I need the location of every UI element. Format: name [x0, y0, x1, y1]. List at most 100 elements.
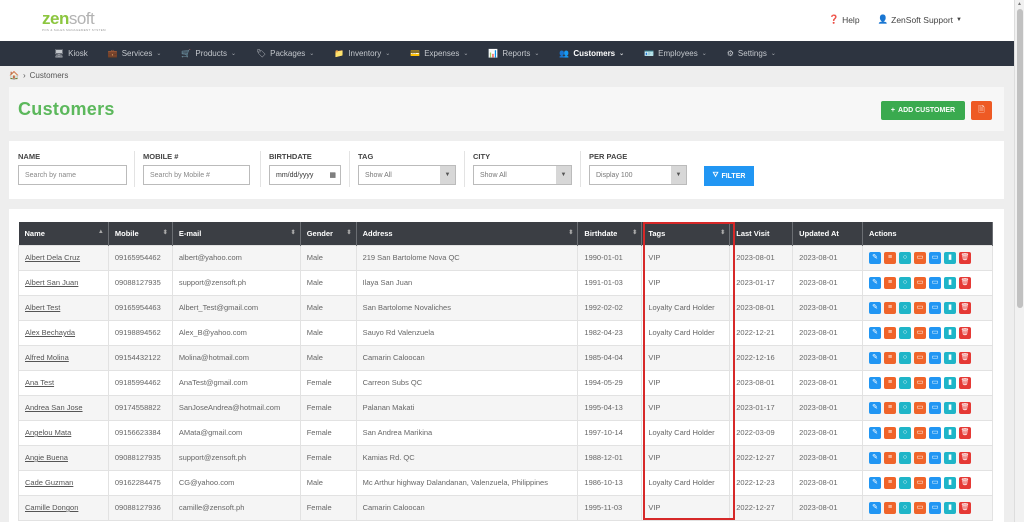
id-icon[interactable]: ▭	[929, 376, 942, 389]
help-link[interactable]: ❓ Help	[828, 14, 859, 25]
card-icon[interactable]: ▭	[914, 501, 927, 514]
card-icon[interactable]: ▭	[914, 376, 927, 389]
column-header-last-visit[interactable]: Last Visit	[729, 222, 794, 245]
circle-icon[interactable]: ○	[899, 376, 912, 389]
trash-icon[interactable]: 🗑	[959, 426, 972, 439]
edit-icon[interactable]: ✎	[869, 301, 882, 314]
nav-item-reports[interactable]: 📊 Reports ⌄	[478, 41, 549, 66]
card-icon[interactable]: ▭	[914, 426, 927, 439]
per-page-select[interactable]: Display 100 ▼	[589, 165, 687, 185]
tag-select[interactable]: Show All ▼	[358, 165, 456, 185]
trash-icon[interactable]: 🗑	[959, 301, 972, 314]
trash-icon[interactable]: 🗑	[959, 276, 972, 289]
chart-icon[interactable]: ▮	[944, 376, 957, 389]
customer-name-link[interactable]: Angie Buena	[18, 444, 109, 471]
name-search-input[interactable]: Search by name	[18, 165, 127, 185]
list-icon[interactable]: ≡	[884, 401, 897, 414]
user-menu[interactable]: 👤 ZenSoft Support ▼	[878, 14, 962, 25]
id-icon[interactable]: ▭	[929, 476, 942, 489]
nav-item-employees[interactable]: 🪪 Employees ⌄	[634, 41, 717, 66]
circle-icon[interactable]: ○	[899, 251, 912, 264]
card-icon[interactable]: ▭	[914, 351, 927, 364]
customer-name-link[interactable]: Ana Test	[18, 369, 109, 396]
list-icon[interactable]: ≡	[884, 326, 897, 339]
edit-icon[interactable]: ✎	[869, 351, 882, 364]
chart-icon[interactable]: ▮	[944, 276, 957, 289]
circle-icon[interactable]: ○	[899, 476, 912, 489]
list-icon[interactable]: ≡	[884, 376, 897, 389]
customer-name-link[interactable]: Camille Dongon	[18, 494, 109, 521]
trash-icon[interactable]: 🗑	[959, 251, 972, 264]
list-icon[interactable]: ≡	[884, 351, 897, 364]
column-header-address[interactable]: Address ⬍	[356, 222, 579, 245]
edit-icon[interactable]: ✎	[869, 501, 882, 514]
trash-icon[interactable]: 🗑	[959, 451, 972, 464]
circle-icon[interactable]: ○	[899, 426, 912, 439]
customer-name-link[interactable]: Alfred Molina	[18, 344, 109, 371]
card-icon[interactable]: ▭	[914, 326, 927, 339]
edit-icon[interactable]: ✎	[869, 401, 882, 414]
trash-icon[interactable]: 🗑	[959, 476, 972, 489]
nav-item-customers[interactable]: 👥 Customers ⌄	[549, 41, 634, 66]
edit-icon[interactable]: ✎	[869, 376, 882, 389]
chart-icon[interactable]: ▮	[944, 451, 957, 464]
customer-name-link[interactable]: Albert San Juan	[18, 269, 109, 296]
id-icon[interactable]: ▭	[929, 251, 942, 264]
id-icon[interactable]: ▭	[929, 326, 942, 339]
edit-icon[interactable]: ✎	[869, 426, 882, 439]
id-icon[interactable]: ▭	[929, 351, 942, 364]
id-icon[interactable]: ▭	[929, 426, 942, 439]
card-icon[interactable]: ▭	[914, 476, 927, 489]
nav-item-packages[interactable]: 🏷 Packages ⌄	[246, 41, 324, 66]
column-header-name[interactable]: Name ▲	[18, 222, 109, 245]
trash-icon[interactable]: 🗑	[959, 376, 972, 389]
edit-icon[interactable]: ✎	[869, 326, 882, 339]
nav-item-services[interactable]: 💼 Services ⌄	[98, 41, 172, 66]
card-icon[interactable]: ▭	[914, 401, 927, 414]
list-icon[interactable]: ≡	[884, 276, 897, 289]
circle-icon[interactable]: ○	[899, 401, 912, 414]
chart-icon[interactable]: ▮	[944, 401, 957, 414]
mobile-search-input[interactable]: Search by Mobile #	[143, 165, 250, 185]
column-header-e-mail[interactable]: E-mail ⬍	[172, 222, 301, 245]
nav-item-kiosk[interactable]: 🖥 Kiosk	[44, 41, 98, 66]
edit-icon[interactable]: ✎	[869, 251, 882, 264]
home-icon[interactable]: 🏠	[9, 71, 19, 80]
chart-icon[interactable]: ▮	[944, 426, 957, 439]
add-customer-button[interactable]: + ADD CUSTOMER	[881, 101, 965, 120]
trash-icon[interactable]: 🗑	[959, 401, 972, 414]
customer-name-link[interactable]: Albert Dela Cruz	[18, 244, 109, 271]
customer-name-link[interactable]: Alex Bechayda	[18, 319, 109, 346]
card-icon[interactable]: ▭	[914, 276, 927, 289]
column-header-mobile[interactable]: Mobile ⬍	[108, 222, 173, 245]
id-icon[interactable]: ▭	[929, 276, 942, 289]
chart-icon[interactable]: ▮	[944, 301, 957, 314]
list-icon[interactable]: ≡	[884, 251, 897, 264]
circle-icon[interactable]: ○	[899, 351, 912, 364]
list-icon[interactable]: ≡	[884, 426, 897, 439]
list-icon[interactable]: ≡	[884, 451, 897, 464]
edit-icon[interactable]: ✎	[869, 451, 882, 464]
chart-icon[interactable]: ▮	[944, 351, 957, 364]
id-icon[interactable]: ▭	[929, 501, 942, 514]
column-header-gender[interactable]: Gender ⬍	[300, 222, 357, 245]
birthdate-input[interactable]: mm/dd/yyyy ▦	[269, 165, 341, 185]
id-icon[interactable]: ▭	[929, 451, 942, 464]
trash-icon[interactable]: 🗑	[959, 501, 972, 514]
list-icon[interactable]: ≡	[884, 476, 897, 489]
nav-item-inventory[interactable]: 📁 Inventory ⌄	[324, 41, 400, 66]
id-icon[interactable]: ▭	[929, 401, 942, 414]
column-header-actions[interactable]: Actions	[862, 222, 993, 245]
customer-name-link[interactable]: Andrea San Jose	[18, 394, 109, 421]
column-header-updated-at[interactable]: Updated At	[792, 222, 864, 245]
card-icon[interactable]: ▭	[914, 451, 927, 464]
calendar-icon[interactable]: ▦	[329, 171, 336, 179]
chart-icon[interactable]: ▮	[944, 326, 957, 339]
circle-icon[interactable]: ○	[899, 301, 912, 314]
card-icon[interactable]: ▭	[914, 301, 927, 314]
nav-item-products[interactable]: 🛒 Products ⌄	[171, 41, 246, 66]
chart-icon[interactable]: ▮	[944, 251, 957, 264]
nav-item-expenses[interactable]: 💳 Expenses ⌄	[400, 41, 478, 66]
circle-icon[interactable]: ○	[899, 276, 912, 289]
trash-icon[interactable]: 🗑	[959, 326, 972, 339]
